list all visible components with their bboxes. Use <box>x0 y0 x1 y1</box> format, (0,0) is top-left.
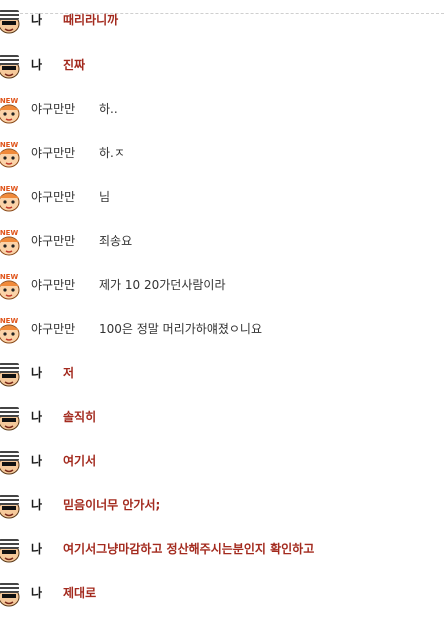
message-text: 님 <box>99 190 111 204</box>
new-face-icon: NEW <box>0 315 22 345</box>
hat-guy-icon <box>0 403 22 433</box>
hat-guy-icon <box>0 491 22 521</box>
message-text: 하.. <box>99 102 118 116</box>
svg-text:NEW: NEW <box>0 97 18 105</box>
sender-name: 야구만만 <box>31 146 76 160</box>
message-text: 제대로 <box>63 586 97 600</box>
sender-name: 야구만만 <box>31 102 76 116</box>
hat-guy-icon <box>0 51 22 81</box>
chat-row: 나저 <box>0 359 444 389</box>
sender-name: 나 <box>31 454 43 468</box>
new-face-icon: NEW <box>0 271 22 301</box>
hat-guy-icon <box>0 447 22 477</box>
sender-name: 나 <box>31 58 43 72</box>
sender-name: 나 <box>31 366 43 380</box>
svg-text:NEW: NEW <box>0 141 18 149</box>
chat-row: 나 솔직히 <box>0 403 444 433</box>
chat-row: 나 진짜 <box>0 51 444 81</box>
chat-row: NEW 야구만만 제가 10 20가던사람이라 <box>0 271 444 301</box>
new-face-icon: NEW <box>0 227 22 257</box>
chat-row: NEW 야구만만 하.ㅈ <box>0 139 444 169</box>
sender-name: 야구만만 <box>31 278 76 292</box>
svg-text:NEW: NEW <box>0 229 18 237</box>
hat-guy-icon <box>0 579 22 609</box>
chat-row: 나 제대로 <box>0 579 444 609</box>
message-text: 믿음이너무 안가서; <box>63 498 161 512</box>
chat-row: 나 여기서그냥마감하고 정산해주시는분인지 확인하고 <box>0 535 444 565</box>
hat-guy-icon <box>0 359 22 389</box>
chat-row: 나 때리라니까 <box>0 6 444 36</box>
message-text: 때리라니까 <box>63 13 119 27</box>
message-text: 솔직히 <box>63 410 97 424</box>
message-text: 하.ㅈ <box>99 146 125 160</box>
hat-guy-icon <box>0 535 22 565</box>
message-text: 여기서 <box>63 454 97 468</box>
svg-text:NEW: NEW <box>0 273 18 281</box>
sender-name: 나 <box>31 410 43 424</box>
sender-name: 야구만만 <box>31 322 76 336</box>
chat-row: NEW 야구만만 죄송요 <box>0 227 444 257</box>
message-text: 진짜 <box>63 58 86 72</box>
chat-log: 나 때리라니까 나 진짜 NEW 야구만만 하.. NEW 야구만만 하.ㅈ NEW 야구만만 님 NEW… <box>0 0 444 621</box>
sender-name: 나 <box>31 542 43 556</box>
chat-row: NEW 야구만만 100은 정말 머리가하얘졌ㅇ니요 <box>0 315 444 345</box>
hat-guy-icon <box>0 6 22 36</box>
svg-text:NEW: NEW <box>0 317 18 325</box>
message-text: 제가 10 20가던사람이라 <box>99 278 226 292</box>
sender-name: 야구만만 <box>31 234 76 248</box>
message-text: 여기서그냥마감하고 정산해주시는분인지 확인하고 <box>63 542 315 556</box>
new-face-icon: NEW <box>0 95 22 125</box>
sender-name: 나 <box>31 13 43 27</box>
sender-name: 나 <box>31 586 43 600</box>
svg-text:NEW: NEW <box>0 185 18 193</box>
message-text: 저 <box>63 366 75 380</box>
new-face-icon: NEW <box>0 139 22 169</box>
chat-row: 나 여기서 <box>0 447 444 477</box>
message-text: 100은 정말 머리가하얘졌ㅇ니요 <box>99 322 263 336</box>
sender-name: 나 <box>31 498 43 512</box>
chat-row: NEW 야구만만 하.. <box>0 95 444 125</box>
sender-name: 야구만만 <box>31 190 76 204</box>
chat-row: NEW 야구만만 님 <box>0 183 444 213</box>
chat-row: 나 믿음이너무 안가서; <box>0 491 444 521</box>
message-text: 죄송요 <box>99 234 133 248</box>
new-face-icon: NEW <box>0 183 22 213</box>
